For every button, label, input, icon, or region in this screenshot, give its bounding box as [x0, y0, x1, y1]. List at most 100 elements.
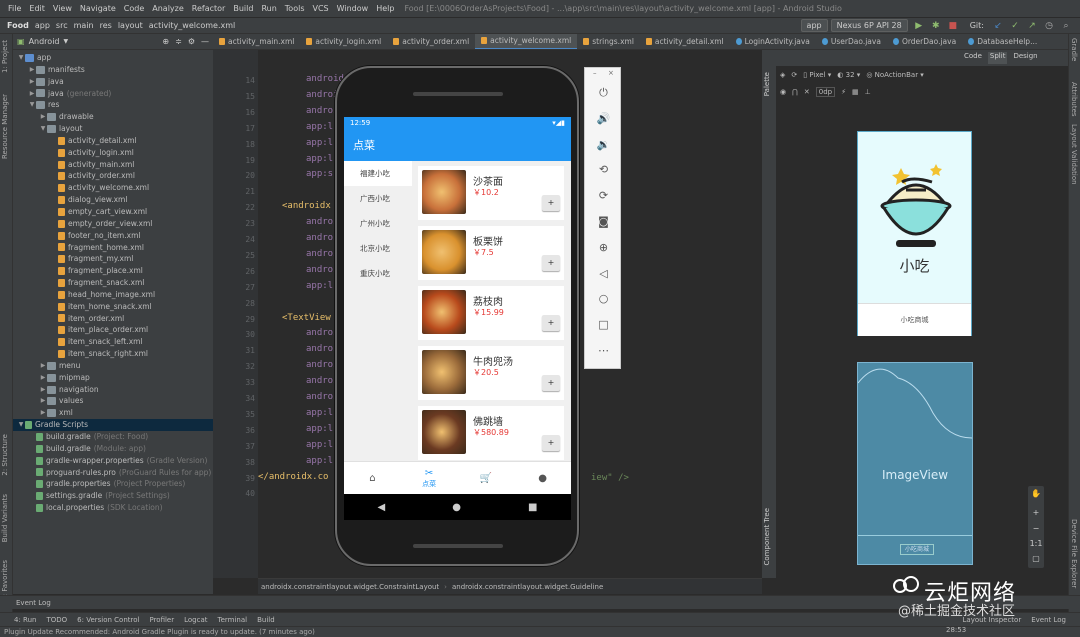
minimize-icon[interactable]: — — [201, 37, 209, 46]
wand-icon[interactable]: ⚡ — [841, 88, 846, 96]
tree-folder-item[interactable]: ▼ app — [13, 52, 213, 64]
attributes-tab[interactable]: Attributes — [1070, 82, 1078, 117]
tree-file-item[interactable]: item_snack_left.xml — [13, 336, 213, 348]
tree-file-item[interactable]: item_home_snack.xml — [13, 301, 213, 313]
tree-folder-item[interactable]: ▶ menu — [13, 360, 213, 372]
chevron-right-icon[interactable]: ▶ — [39, 407, 47, 419]
layout-validation-tab[interactable]: Layout Validation — [1070, 124, 1078, 185]
volume-down-icon[interactable]: 🔉 — [585, 138, 622, 151]
tree-file-item[interactable]: fragment_place.xml — [13, 265, 213, 277]
project-tool-tab[interactable]: 1: Project — [1, 40, 9, 73]
add-to-cart-button[interactable]: + — [542, 255, 560, 271]
tree-folder-item[interactable]: ▼ Gradle Scripts — [13, 419, 213, 431]
chevron-down-icon[interactable]: ▼ — [39, 123, 47, 135]
menu-refactor[interactable]: Refactor — [188, 4, 230, 13]
chevron-down-icon[interactable]: ▼ — [17, 52, 25, 64]
collapse-icon[interactable]: ≑ — [175, 37, 182, 46]
chevron-right-icon[interactable]: ▶ — [39, 111, 47, 123]
chevron-right-icon[interactable]: ▶ — [39, 384, 47, 396]
editor-tab[interactable]: strings.xml — [577, 34, 640, 49]
run-icon[interactable]: ▶ — [913, 20, 925, 32]
tree-file-item[interactable]: empty_order_view.xml — [13, 218, 213, 230]
todo-tab[interactable]: TODO — [46, 616, 67, 624]
tree-folder-item[interactable]: ▼ layout — [13, 123, 213, 135]
category-item[interactable]: 北京小吃 — [344, 236, 412, 261]
breadcrumb-module[interactable]: app — [32, 21, 53, 30]
chevron-right-icon[interactable]: ▶ — [39, 395, 47, 407]
tree-folder-item[interactable]: ▶ java (generated) — [13, 88, 213, 100]
menu-run[interactable]: Run — [257, 4, 280, 13]
build-tab[interactable]: Build — [257, 616, 275, 624]
layers-icon[interactable]: ◈ — [780, 71, 785, 79]
tree-file-item[interactable]: fragment_snack.xml — [13, 277, 213, 289]
status-message[interactable]: Plugin Update Recommended: Android Gradl… — [4, 628, 315, 636]
breadcrumb-constraint-layout[interactable]: androidx.constraintlayout.widget.Constra… — [261, 583, 439, 591]
menu-window[interactable]: Window — [333, 4, 373, 13]
magnet-icon[interactable]: ⋂ — [792, 88, 798, 96]
minimize-emulator-icon[interactable]: – — [593, 69, 597, 77]
resource-manager-tab[interactable]: Resource Manager — [1, 94, 9, 159]
search-icon[interactable]: ⌕ — [1060, 20, 1072, 32]
build-variants-tab[interactable]: Build Variants — [1, 494, 9, 542]
food-card[interactable]: 荔枝肉 ￥15.99 + — [418, 286, 564, 340]
git-update-icon[interactable]: ↙ — [992, 20, 1004, 32]
debug-icon[interactable]: ✱ — [930, 20, 942, 32]
tree-file-item[interactable]: gradle-wrapper.properties (Gradle Version… — [13, 455, 213, 467]
bottom-nav-item[interactable]: ● — [514, 462, 571, 494]
back-icon[interactable]: ◁ — [585, 267, 622, 280]
menu-edit[interactable]: Edit — [25, 4, 49, 13]
code-mode-button[interactable]: Code — [962, 52, 984, 64]
tree-file-item[interactable]: item_order.xml — [13, 313, 213, 325]
tree-file-item[interactable]: fragment_home.xml — [13, 242, 213, 254]
chevron-right-icon[interactable]: ▶ — [28, 88, 36, 100]
overview-icon[interactable]: □ — [585, 318, 622, 331]
bottom-nav-item[interactable]: ⌂ — [344, 462, 401, 494]
tree-file-item[interactable]: item_snack_right.xml — [13, 348, 213, 360]
tree-folder-item[interactable]: ▶ values — [13, 395, 213, 407]
run-tab[interactable]: 4: Run — [14, 616, 36, 624]
split-mode-button[interactable]: Split — [987, 52, 1008, 64]
editor-tab[interactable]: UserDao.java — [816, 34, 887, 49]
tree-file-item[interactable]: gradle.properties (Project Properties) — [13, 478, 213, 490]
menu-code[interactable]: Code — [120, 4, 148, 13]
emulator-screen[interactable]: 12:59 ▾◢▮ 点菜 福建小吃 广西小吃 广州小吃 北京小吃 重庆小吃 沙茶面 ￥10… — [344, 117, 571, 520]
eye-icon[interactable]: ◉ — [780, 88, 786, 96]
structure-tab[interactable]: 2: Structure — [1, 434, 9, 476]
more-icon[interactable]: ⋯ — [585, 344, 622, 357]
tree-file-item[interactable]: activity_main.xml — [13, 159, 213, 171]
editor-tab[interactable]: DatabaseHelp... — [962, 34, 1043, 49]
tree-file-item[interactable]: build.gradle (Module: app) — [13, 443, 213, 455]
tree-folder-item[interactable]: ▶ drawable — [13, 111, 213, 123]
add-to-cart-button[interactable]: + — [542, 375, 560, 391]
category-item[interactable]: 福建小吃 — [344, 161, 412, 186]
tree-file-item[interactable]: item_place_order.xml — [13, 324, 213, 336]
chevron-right-icon[interactable]: ▶ — [39, 360, 47, 372]
clear-constraints-icon[interactable]: ✕ — [804, 88, 810, 96]
menu-view[interactable]: View — [49, 4, 76, 13]
logcat-tab[interactable]: Logcat — [184, 616, 207, 624]
pack-icon[interactable]: ▦ — [852, 88, 859, 96]
editor-tab[interactable]: activity_detail.xml — [640, 34, 730, 49]
terminal-tab[interactable]: Terminal — [218, 616, 248, 624]
menu-file[interactable]: File — [4, 4, 25, 13]
tree-file-item[interactable]: head_home_image.xml — [13, 289, 213, 301]
nav-home-button[interactable]: ● — [452, 502, 461, 513]
chevron-down-icon[interactable]: ▼ — [64, 38, 69, 45]
tree-folder-item[interactable]: ▶ java — [13, 76, 213, 88]
breadcrumb-layout[interactable]: layout — [115, 21, 146, 30]
editor-tab[interactable]: OrderDao.java — [887, 34, 962, 49]
home-icon[interactable]: ○ — [585, 292, 622, 305]
device-select[interactable]: Nexus 6P API 28 — [830, 19, 908, 32]
food-card[interactable]: 板栗饼 ￥7.5 + — [418, 226, 564, 280]
category-item[interactable]: 重庆小吃 — [344, 261, 412, 286]
history-icon[interactable]: ◷ — [1043, 20, 1055, 32]
menu-tools[interactable]: Tools — [281, 4, 309, 13]
rotate-left-icon[interactable]: ⟲ — [585, 163, 622, 176]
menu-navigate[interactable]: Navigate — [76, 4, 120, 13]
tree-file-item[interactable]: empty_cart_view.xml — [13, 206, 213, 218]
gradle-tab[interactable]: Gradle — [1070, 38, 1078, 61]
camera-icon[interactable]: ◙ — [585, 215, 622, 228]
breadcrumb-res[interactable]: res — [97, 21, 115, 30]
zoom-icon[interactable]: ⊕ — [585, 241, 622, 254]
tree-folder-item[interactable]: ▶ navigation — [13, 384, 213, 396]
